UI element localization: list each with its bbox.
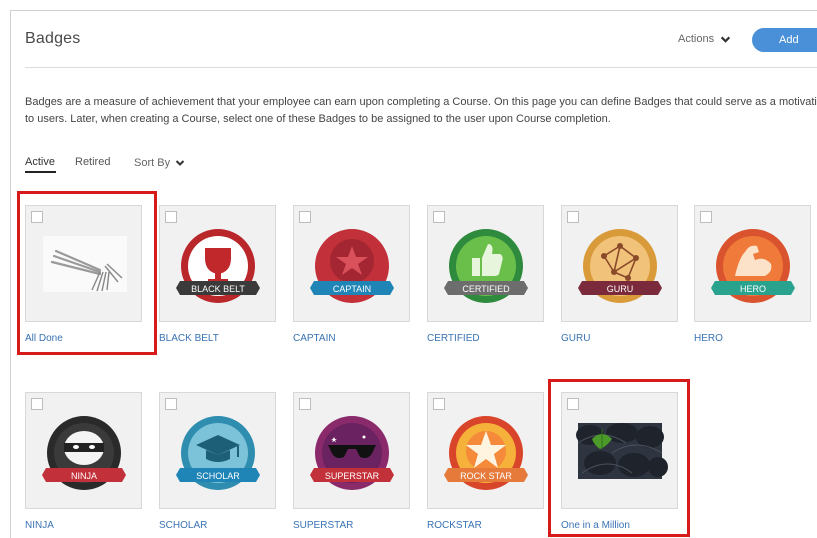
page-description: Badges are a measure of achievement that… — [25, 94, 817, 128]
ribbon-text: BLACK BELT — [191, 284, 245, 294]
trophy-badge-icon: BLACK BELT — [176, 229, 260, 303]
page-title: Badges — [25, 30, 81, 47]
badge-card-scholar[interactable]: SCHOLAR — [159, 392, 276, 509]
badge-card-one-in-a-million[interactable] — [561, 392, 678, 509]
badge-card-all-done[interactable] — [25, 205, 142, 322]
description-line-2: to users. Later, when creating a Course,… — [25, 113, 611, 125]
tab-retired[interactable]: Retired — [75, 156, 110, 168]
badge-label-captain[interactable]: CAPTAIN — [293, 333, 336, 344]
graduation-cap-badge-icon: SCHOLAR — [176, 416, 260, 490]
badge-label-scholar[interactable]: SCHOLAR — [159, 520, 207, 531]
add-button[interactable]: Add — [752, 28, 817, 52]
tab-active[interactable]: Active — [25, 156, 55, 168]
badge-card-captain[interactable]: CAPTAIN — [293, 205, 410, 322]
star-burst-badge-icon: ROCK STAR — [444, 416, 528, 490]
badge-label-rockstar[interactable]: ROCKSTAR — [427, 520, 482, 531]
description-line-1: Badges are a measure of achievement that… — [25, 96, 817, 108]
badge-label-superstar[interactable]: SUPERSTAR — [293, 520, 353, 531]
badge-label-black-belt[interactable]: BLACK BELT — [159, 333, 219, 344]
badge-label-ninja[interactable]: NINJA — [25, 520, 54, 531]
sort-by-dropdown[interactable]: Sort By — [134, 157, 185, 169]
badge-card-guru[interactable]: GURU — [561, 205, 678, 322]
badge-card-certified[interactable]: CERTIFIED — [427, 205, 544, 322]
ribbon-text: SUPERSTAR — [325, 471, 380, 481]
ribbon-text: SCHOLAR — [196, 471, 240, 481]
active-tab-indicator — [25, 171, 56, 173]
muscle-badge-icon: HERO — [711, 229, 795, 303]
chevron-down-icon — [175, 160, 185, 166]
sunglasses-badge-icon: SUPERSTAR — [310, 416, 394, 490]
ribbon-text: CAPTAIN — [333, 284, 371, 294]
sort-by-label: Sort By — [134, 157, 171, 169]
actions-label: Actions — [678, 33, 715, 45]
ribbon-text: NINJA — [71, 471, 97, 481]
thumbs-up-badge-icon: CERTIFIED — [444, 229, 528, 303]
panel-left-border — [10, 10, 11, 538]
ribbon-text: CERTIFIED — [462, 284, 510, 294]
badge-label-one-in-a-million[interactable]: One in a Million — [561, 520, 630, 531]
badge-card-superstar[interactable]: SUPERSTAR — [293, 392, 410, 509]
header-divider — [25, 67, 817, 68]
badge-label-guru[interactable]: GURU — [561, 333, 590, 344]
ribbon-text: HERO — [740, 284, 766, 294]
badge-card-black-belt[interactable]: BLACK BELT — [159, 205, 276, 322]
badge-label-certified[interactable]: CERTIFIED — [427, 333, 480, 344]
ribbon-text: GURU — [607, 284, 634, 294]
network-badge-icon: GURU — [578, 229, 662, 303]
ribbon-text: ROCK STAR — [460, 471, 512, 481]
badge-card-ninja[interactable]: NINJA — [25, 392, 142, 509]
badge-label-all-done[interactable]: All Done — [25, 333, 63, 344]
star-badge-icon: CAPTAIN — [310, 229, 394, 303]
badge-label-hero[interactable]: HERO — [694, 333, 723, 344]
ninja-badge-icon: NINJA — [42, 416, 126, 490]
forks-image — [43, 236, 127, 292]
actions-dropdown[interactable]: Actions — [678, 33, 731, 45]
panel-top-border — [10, 10, 817, 11]
badge-card-rockstar[interactable]: ROCK STAR — [427, 392, 544, 509]
badge-card-hero[interactable]: HERO — [694, 205, 811, 322]
umbrellas-image — [576, 423, 668, 479]
chevron-down-icon — [720, 36, 731, 43]
